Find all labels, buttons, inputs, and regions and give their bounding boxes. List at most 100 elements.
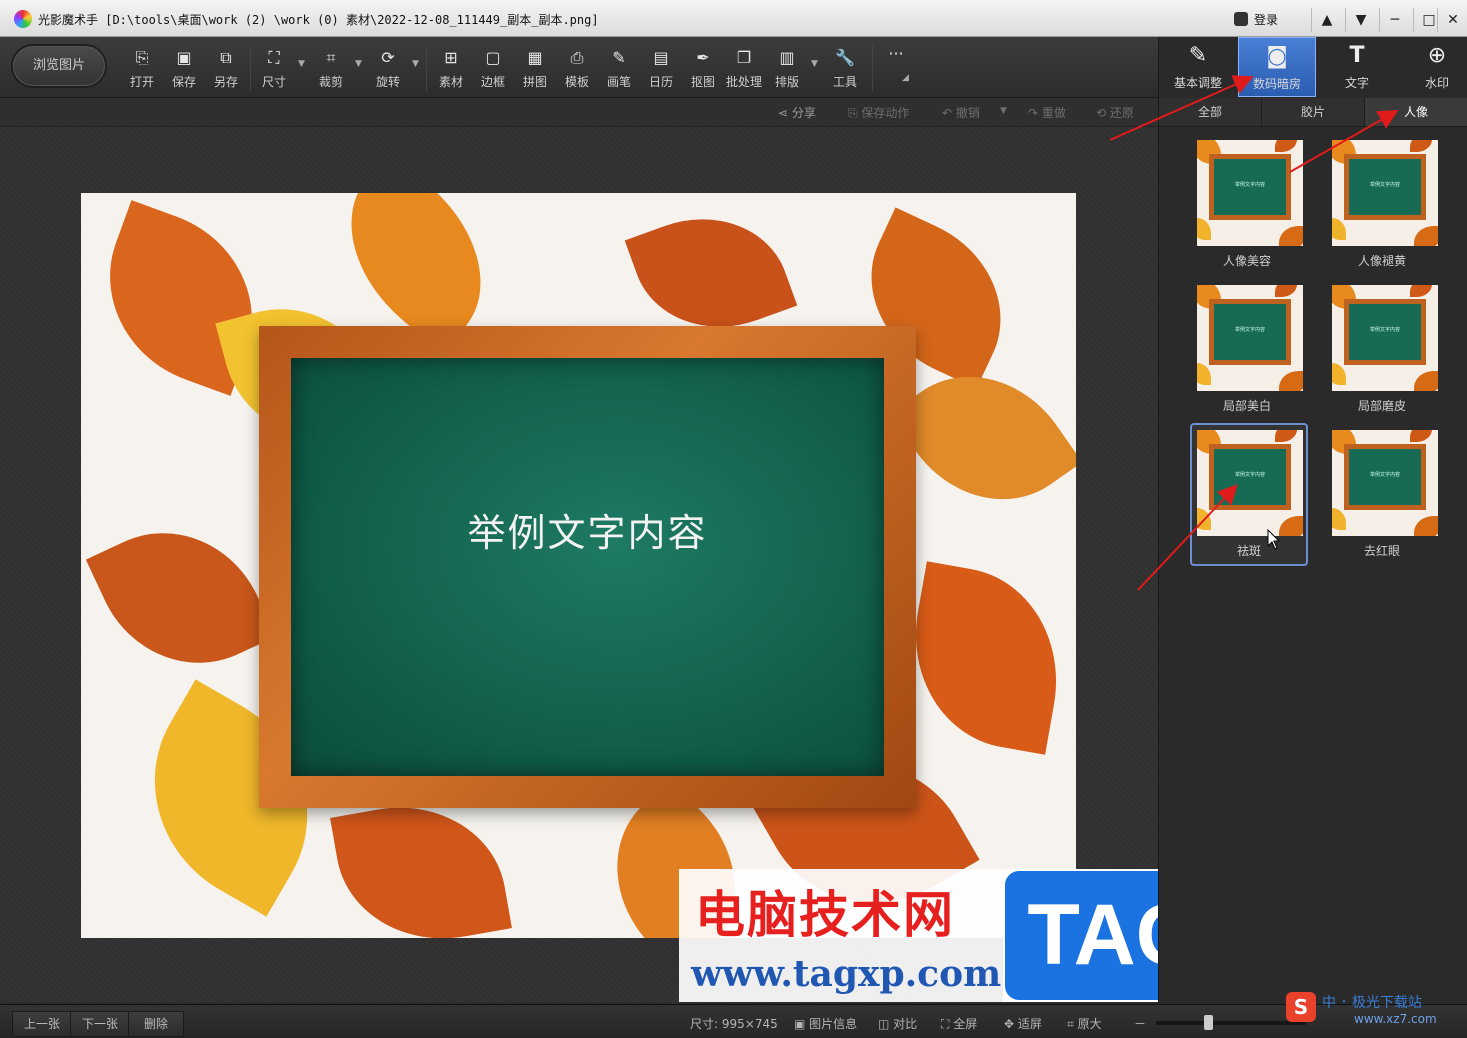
crop-dropdown-icon[interactable]: ▼: [355, 59, 362, 69]
effect-label: 局部磨皮: [1357, 399, 1406, 413]
layout-button[interactable]: ▥ 排版: [767, 47, 807, 91]
material-icon: ⊞: [444, 48, 458, 67]
rotate-icon: ⟳: [381, 48, 395, 67]
batch-icon: ❐: [736, 48, 752, 67]
more-tools-button[interactable]: ···: [876, 43, 916, 87]
darkroom-icon: ◙: [1266, 44, 1288, 69]
fit-screen-button[interactable]: ✥ 适屏: [1004, 1015, 1042, 1032]
effect-local-whitening[interactable]: 举例文字内容 局部美白: [1188, 281, 1306, 423]
resize-button[interactable]: ⛶ 尺寸: [254, 47, 294, 91]
effect-local-smoothing[interactable]: 举例文字内容 局部磨皮: [1323, 281, 1441, 423]
rotate-button[interactable]: ⟳ 旋转: [368, 47, 408, 91]
material-button[interactable]: ⊞ 素材: [431, 47, 471, 91]
effect-red-eye-removal[interactable]: 举例文字内容 去红眼: [1323, 426, 1441, 568]
watermark-icon: ⊕: [1427, 43, 1447, 68]
open-icon: ⎘: [135, 48, 149, 67]
status-bar: 上一张 下一张 删除 尺寸: 995×745 ▣ 图片信息 ◫ 对比 ⛶ 全屏 …: [0, 1004, 1467, 1038]
cutout-button[interactable]: ✒ 抠图: [683, 47, 723, 91]
fit-icon: ✥: [1004, 1017, 1018, 1031]
zoom-out-button[interactable]: －: [1134, 1015, 1146, 1032]
save-as-button[interactable]: ⧉ 另存: [206, 47, 246, 91]
minimize-button[interactable]: ─: [1379, 8, 1410, 32]
user-icon: [1234, 12, 1248, 26]
effect-portrait-beauty[interactable]: 举例文字内容 人像美容: [1188, 136, 1306, 278]
save-button[interactable]: ▣ 保存: [164, 47, 204, 91]
site-watermark: 电脑技术网 www.tagxp.com: [679, 869, 1003, 1002]
template-button[interactable]: ⎙ 模板: [557, 47, 597, 91]
fullscreen-button[interactable]: ⛶ 全屏: [941, 1015, 977, 1032]
effect-label: 人像褪黄: [1357, 254, 1406, 268]
share-button[interactable]: ⋖ 分享: [778, 104, 816, 121]
site-logo-icon: S: [1286, 992, 1316, 1022]
layout-dropdown-icon[interactable]: ▼: [811, 59, 818, 69]
collage-button[interactable]: ▦ 拼图: [515, 47, 555, 91]
effect-thumbnail: 举例文字内容: [1332, 430, 1438, 536]
login-button[interactable]: 登录: [1234, 8, 1304, 30]
redo-icon: ↷: [1028, 106, 1042, 120]
subtab-all[interactable]: 全部: [1159, 98, 1262, 126]
cutout-icon: ✒: [696, 48, 710, 67]
site-logo-url: www.xz7.com: [1354, 1012, 1437, 1026]
save-as-icon: ⧉: [220, 48, 232, 67]
compare-button[interactable]: ◫ 对比: [878, 1015, 917, 1032]
title-bar: 光影魔术手 [D:\tools\桌面\work (2) \work (0) 素材…: [0, 0, 1467, 37]
browse-images-button[interactable]: 浏览图片: [13, 46, 105, 86]
wrench-icon: 🔧: [835, 48, 855, 67]
undo-dropdown-icon[interactable]: ▼: [1000, 106, 1007, 116]
more-expand-icon[interactable]: ◢: [902, 73, 909, 83]
effect-thumbnail: 举例文字内容: [1197, 285, 1303, 391]
save-action-button[interactable]: ⎘ 保存动作: [848, 104, 909, 121]
subtab-film[interactable]: 胶片: [1262, 98, 1365, 126]
resize-icon: ⛶: [268, 48, 280, 67]
next-image-button[interactable]: 下一张: [70, 1011, 130, 1037]
batch-button[interactable]: ❐ 批处理: [724, 47, 764, 91]
open-button[interactable]: ⎘ 打开: [122, 47, 162, 91]
rotate-dropdown-icon[interactable]: ▼: [412, 59, 419, 69]
resize-dropdown-icon[interactable]: ▼: [298, 59, 305, 69]
action-bar: ⋖ 分享 ⎘ 保存动作 ↶ 撤销 ▼ ↷ 重做 ⟲ 还原: [0, 98, 1158, 127]
tools-button[interactable]: 🔧 工具: [825, 47, 865, 91]
layout-icon: ▥: [779, 48, 795, 67]
save-icon: ▣: [176, 48, 192, 67]
effect-freckle-removal[interactable]: 举例文字内容 祛斑: [1190, 423, 1308, 566]
leaf-decoration: [897, 561, 1075, 755]
menu-button[interactable]: ▼: [1345, 8, 1376, 32]
effect-portrait-dejaundice[interactable]: 举例文字内容 人像褪黄: [1323, 136, 1441, 278]
effect-thumbnail: 举例文字内容: [1332, 285, 1438, 391]
tab-digital-darkroom[interactable]: ◙ 数码暗房: [1238, 37, 1316, 97]
restore-button[interactable]: ⟲ 还原: [1096, 104, 1134, 121]
crop-button[interactable]: ⌗ 裁剪: [311, 47, 351, 91]
share-icon: ⋖: [778, 106, 792, 120]
calendar-button[interactable]: ▤ 日历: [641, 47, 681, 91]
close-button[interactable]: ✕: [1437, 8, 1467, 32]
effect-label: 祛斑: [1236, 544, 1261, 558]
skin-button[interactable]: ▲: [1311, 8, 1342, 32]
effect-label: 人像美容: [1222, 254, 1271, 268]
side-panel: ✎ 基本调整 ◙ 数码暗房 T 文字 ⊕ 水印 全部 胶片 人像 举例文字内容 人像美容…: [1158, 37, 1467, 1003]
text-icon: T: [1349, 43, 1365, 68]
brush-button[interactable]: ✎ 画笔: [599, 47, 639, 91]
subtab-portrait[interactable]: 人像: [1365, 98, 1467, 126]
calendar-icon: ▤: [653, 48, 669, 67]
main-toolbar: 浏览图片 ⎘ 打开 ▣ 保存 ⧉ 另存 ⛶ 尺寸 ▼ ⌗ 裁剪 ▼ ⟳ 旋转 ▼ ⊞ 素材 ▢…: [0, 37, 1158, 98]
leaf-decoration: [330, 790, 512, 938]
redo-button[interactable]: ↷ 重做: [1028, 104, 1066, 121]
watermark-site-name: 电脑技术网: [695, 886, 955, 944]
chalkboard-frame: 举例文字内容: [259, 326, 916, 808]
tab-text[interactable]: T 文字: [1318, 37, 1396, 97]
collage-icon: ▦: [527, 48, 543, 67]
restore-icon: ⟲: [1096, 106, 1110, 120]
prev-image-button[interactable]: 上一张: [12, 1011, 72, 1037]
watermark-url: www.tagxp.com: [691, 953, 1002, 995]
delete-button[interactable]: 删除: [128, 1011, 184, 1037]
original-size-button[interactable]: ⌗ 原大: [1067, 1015, 1102, 1032]
border-button[interactable]: ▢ 边框: [473, 47, 513, 91]
save-action-icon: ⎘: [848, 106, 862, 120]
template-icon: ⎙: [570, 48, 584, 67]
zoom-slider-handle[interactable]: [1204, 1015, 1213, 1030]
tab-basic-adjust[interactable]: ✎ 基本调整: [1159, 37, 1237, 97]
tab-watermark[interactable]: ⊕ 水印: [1398, 37, 1467, 97]
login-label: 登录: [1254, 12, 1279, 27]
image-info-button[interactable]: ▣ 图片信息: [794, 1015, 857, 1032]
undo-button[interactable]: ↶ 撤销: [942, 104, 980, 121]
